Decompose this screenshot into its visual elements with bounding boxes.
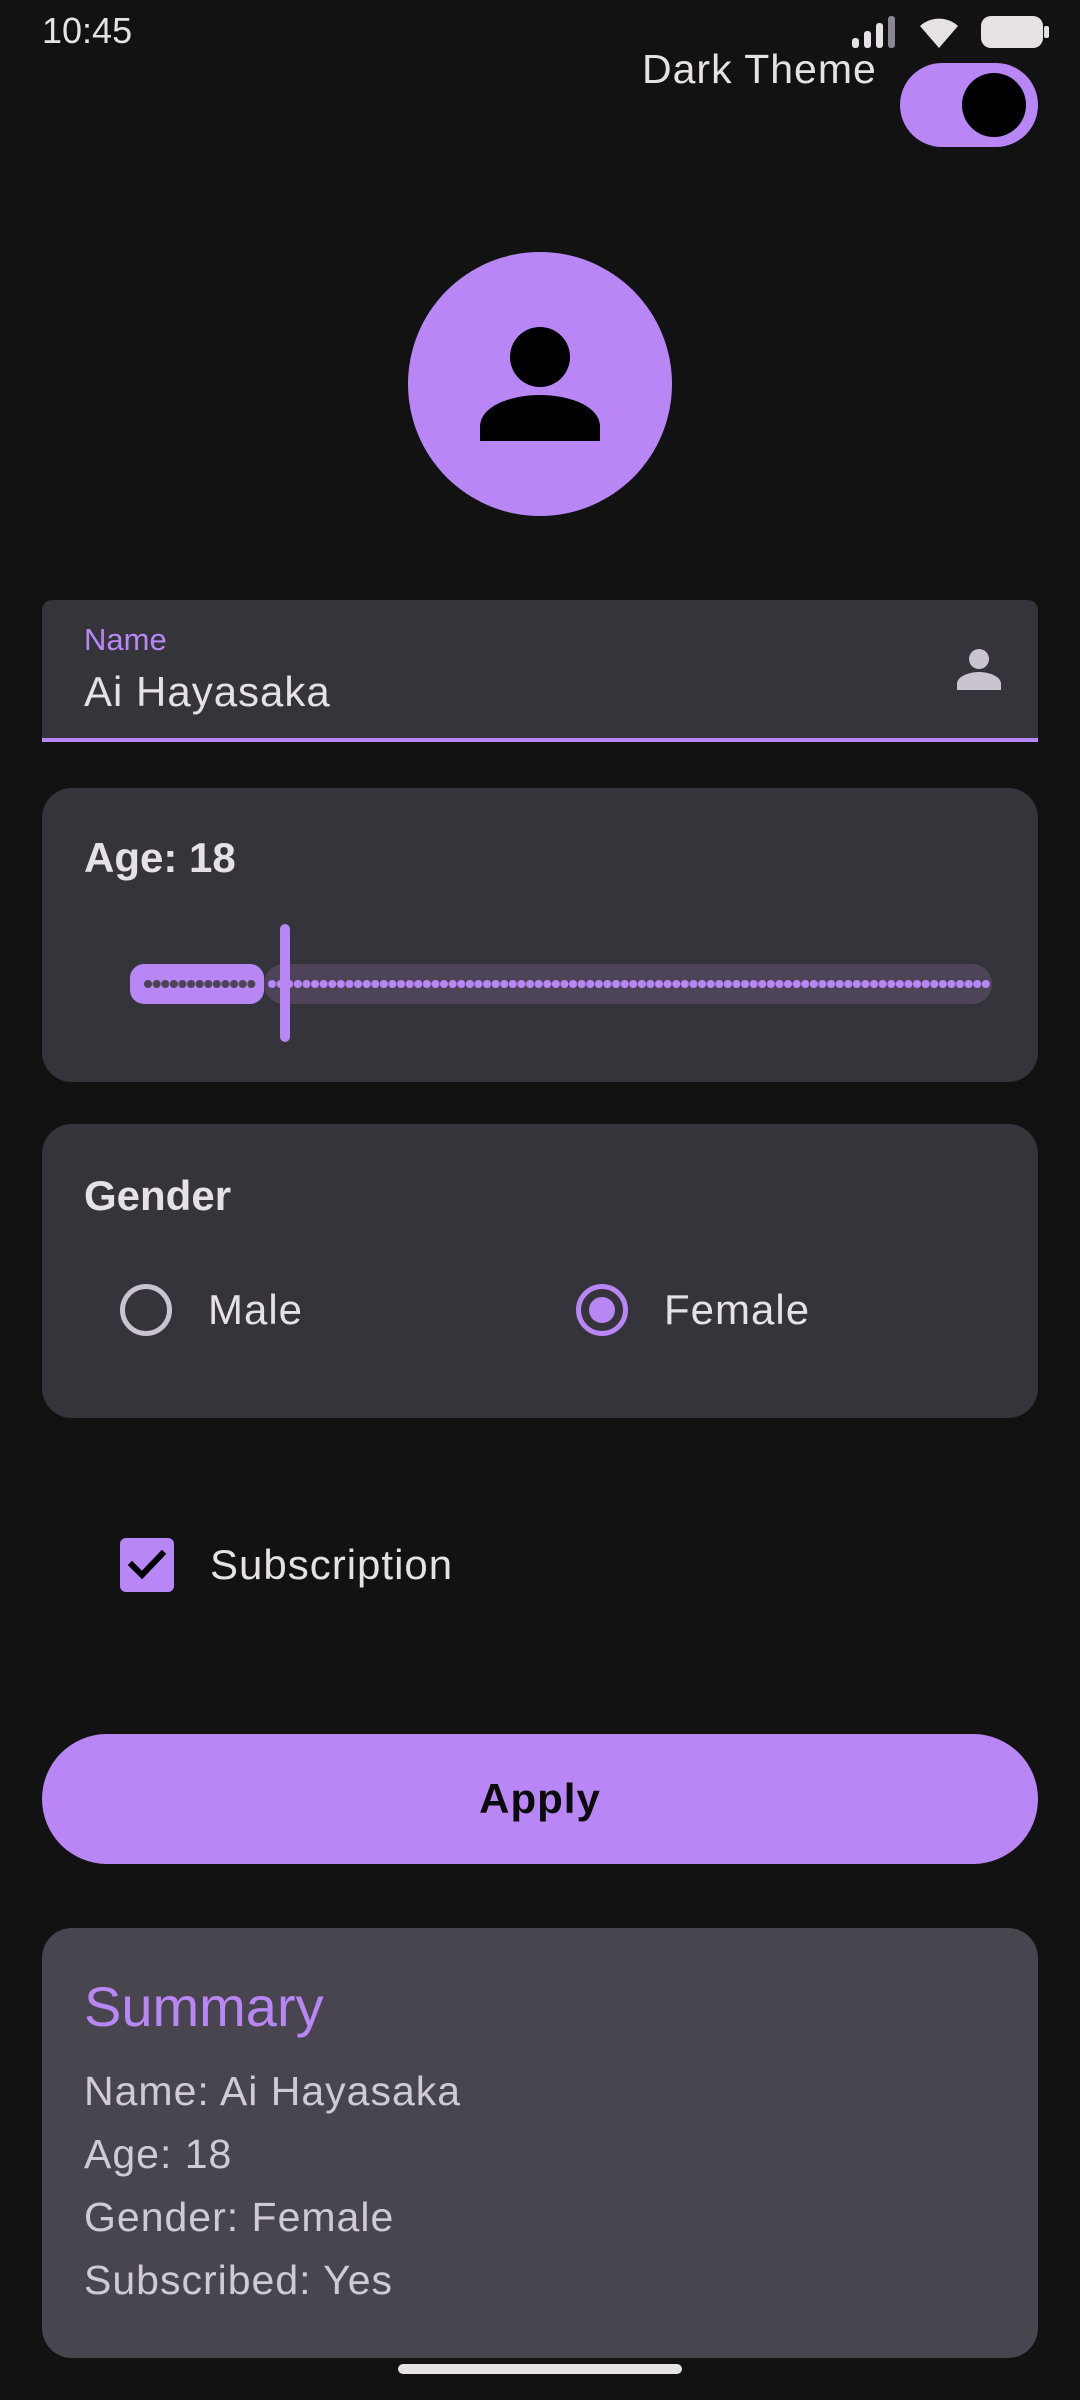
gender-option-female[interactable]: Female: [576, 1284, 810, 1336]
subscription-label: Subscription: [210, 1541, 454, 1588]
name-field[interactable]: Name: [42, 600, 1038, 742]
check-icon: [127, 1549, 167, 1580]
switch-thumb: [962, 73, 1026, 137]
age-slider[interactable]: [82, 918, 992, 1048]
gender-title: Gender: [84, 1172, 232, 1219]
male-label: Male: [208, 1286, 304, 1333]
summary-title: Summary: [84, 1975, 324, 2038]
name-input[interactable]: [84, 668, 884, 716]
wifi-icon: [920, 18, 958, 48]
status-time: 10:45: [42, 10, 133, 51]
signal-icon: [852, 16, 895, 48]
age-card: Age: 18: [42, 788, 1038, 1082]
subscription-checkbox[interactable]: [120, 1538, 174, 1592]
gender-card: Gender Male Female: [42, 1124, 1038, 1418]
battery-icon: [981, 16, 1049, 48]
summary-subscribed: Subscribed: Yes: [84, 2257, 394, 2303]
home-indicator[interactable]: [398, 2364, 682, 2374]
slider-handle: [280, 924, 290, 1042]
age-label: Age: 18: [84, 834, 236, 881]
avatar: [408, 252, 672, 516]
status-icons: [850, 12, 1050, 52]
summary-name: Name: Ai Hayasaka: [84, 2068, 462, 2114]
female-label: Female: [664, 1286, 811, 1333]
male-radio[interactable]: [120, 1284, 172, 1336]
subscription-row[interactable]: Subscription: [120, 1538, 453, 1592]
dark-theme-switch[interactable]: [900, 63, 1038, 147]
person-icon: [480, 327, 600, 441]
female-radio[interactable]: [576, 1284, 628, 1336]
summary-gender: Gender: Female: [84, 2194, 395, 2240]
summary-age: Age: 18: [84, 2131, 233, 2177]
apply-button[interactable]: Apply: [42, 1734, 1038, 1864]
gender-option-male[interactable]: Male: [120, 1284, 303, 1336]
summary-card: Summary Name: Ai Hayasaka Age: 18 Gender…: [42, 1928, 1038, 2358]
person-icon: [957, 649, 1001, 690]
dark-theme-label: Dark Theme: [642, 46, 877, 92]
name-field-label: Name: [84, 622, 167, 657]
